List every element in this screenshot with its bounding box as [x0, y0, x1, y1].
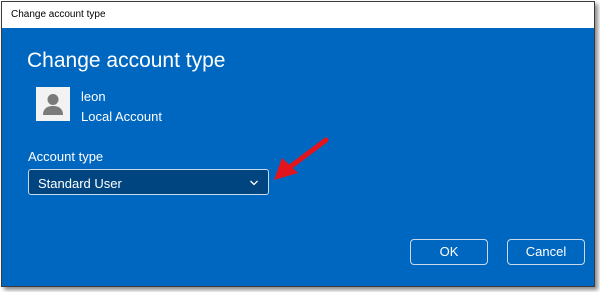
cancel-button[interactable]: Cancel — [507, 239, 585, 265]
window-title: Change account type — [11, 9, 106, 20]
account-type-label: Account type — [28, 149, 104, 164]
user-account-type: Local Account — [81, 109, 162, 124]
dialog-content: Change account type leon Local Account A… — [2, 28, 594, 286]
user-name: leon — [81, 89, 106, 104]
red-arrow-annotation-icon — [274, 137, 329, 180]
chevron-down-icon — [250, 180, 258, 186]
user-avatar-icon — [36, 87, 70, 121]
account-type-selected-value: Standard User — [38, 176, 122, 191]
account-type-dropdown[interactable]: Standard User — [28, 169, 269, 195]
ok-button[interactable]: OK — [410, 239, 488, 265]
title-bar: Change account type — [2, 2, 594, 28]
change-account-type-window: Change account type Change account type … — [1, 1, 595, 287]
dialog-heading: Change account type — [27, 49, 226, 72]
